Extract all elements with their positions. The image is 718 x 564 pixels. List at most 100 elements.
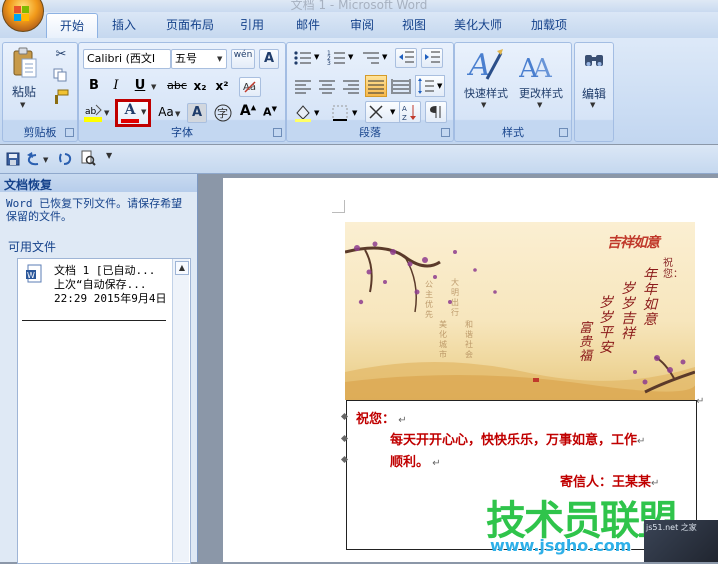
shrink-font-button[interactable]: A▼ xyxy=(261,105,279,119)
shading-button[interactable]: ▼ xyxy=(293,103,323,123)
customize-toolbar-icon[interactable]: ▼ xyxy=(106,151,112,160)
change-styles-icon[interactable]: AA xyxy=(518,47,559,84)
italic-button[interactable]: I xyxy=(107,78,125,93)
margin-corner-mark xyxy=(332,200,345,213)
svg-text:A: A xyxy=(532,54,553,83)
styles-group: A 快速样式 ▼ AA 更改样式 ▼ 样式 xyxy=(454,42,572,142)
enclose-characters-button[interactable]: 字 xyxy=(213,103,233,123)
quick-styles-dropdown-icon[interactable]: ▼ xyxy=(481,101,486,109)
save-icon[interactable] xyxy=(6,152,20,166)
underline-dropdown-icon[interactable]: ▼ xyxy=(151,83,156,91)
list-separator xyxy=(22,320,166,321)
font-name-box[interactable]: Calibri (西文I xyxy=(83,49,171,69)
highlight-button[interactable]: ab ▼ xyxy=(83,103,111,123)
font-color-dropdown-icon[interactable]: ▼ xyxy=(141,108,146,116)
title-bar: 文档 1 - Microsoft Word xyxy=(0,0,718,12)
tab-home[interactable]: 开始 xyxy=(46,13,98,39)
binoculars-icon[interactable] xyxy=(583,49,605,71)
change-case-button[interactable]: Aa xyxy=(155,105,177,119)
justify-button[interactable] xyxy=(365,75,387,97)
watermark-corner: js51.net 之家 xyxy=(644,520,718,562)
card-faint-text-4: 和谐社会 xyxy=(465,320,473,359)
clipboard-launcher-icon[interactable] xyxy=(65,128,74,137)
available-files-label: 可用文件 xyxy=(8,240,57,254)
list-scrollbar[interactable]: ▲ xyxy=(172,259,189,562)
underline-button[interactable]: U xyxy=(131,78,149,93)
tab-review[interactable]: 审阅 xyxy=(340,13,384,37)
change-case-dropdown-icon[interactable]: ▼ xyxy=(175,110,180,118)
sort-button[interactable]: AZ xyxy=(399,101,421,123)
strikethrough-button[interactable]: abc xyxy=(165,79,189,92)
greeting-card-image[interactable]: 吉祥如意 祝您： 年年如意 岁岁吉祥 岁岁平安 富贵福 公主优先 美化城市 大明… xyxy=(345,222,695,400)
asian-layout-button[interactable]: ▼ xyxy=(365,101,401,123)
tab-beautify[interactable]: 美化大师 xyxy=(446,13,510,37)
undo-icon[interactable]: ▼ xyxy=(26,152,52,166)
format-painter-icon[interactable] xyxy=(53,89,69,105)
editing-dropdown-icon[interactable]: ▼ xyxy=(590,101,595,109)
copy-icon[interactable] xyxy=(53,68,69,82)
styles-launcher-icon[interactable] xyxy=(559,128,568,137)
paragraph-group: ▼ 1 2 3 ▼ ▼ ▼ ▼ ▼ ▼ AZ 段落 xyxy=(286,42,454,142)
scroll-up-icon[interactable]: ▲ xyxy=(175,261,189,275)
tab-mailings[interactable]: 邮件 xyxy=(286,13,330,37)
tab-insert[interactable]: 插入 xyxy=(102,13,146,37)
paste-icon[interactable] xyxy=(12,47,38,78)
decrease-indent-button[interactable] xyxy=(395,48,417,68)
card-faint-text-1: 公主优先 xyxy=(425,280,433,319)
increase-indent-button[interactable] xyxy=(421,48,443,68)
multilevel-list-button[interactable]: ▼ xyxy=(361,49,389,67)
subscript-button[interactable]: x₂ xyxy=(191,79,209,93)
font-color-button[interactable]: A ▼ xyxy=(115,99,151,127)
font-size-dropdown-icon[interactable]: ▼ xyxy=(217,55,222,63)
clear-formatting-button[interactable]: Aa xyxy=(239,77,261,97)
paragraph-launcher-icon[interactable] xyxy=(441,128,450,137)
card-line-2: 岁岁吉祥 xyxy=(621,281,635,342)
letter-body-line-2-text: 顺利。 xyxy=(390,455,430,470)
quick-styles-icon[interactable]: A xyxy=(466,47,507,83)
line-spacing-button[interactable]: ▼ xyxy=(415,75,445,97)
svg-text:▼: ▼ xyxy=(104,109,110,117)
character-shading-button[interactable]: A xyxy=(187,103,207,123)
bullets-button[interactable]: ▼ xyxy=(293,49,321,67)
tab-page-layout[interactable]: 页面布局 xyxy=(158,13,222,37)
phonetic-guide-button[interactable]: wén xyxy=(231,49,255,69)
svg-text:▼: ▼ xyxy=(382,53,388,61)
print-preview-icon[interactable] xyxy=(80,150,96,166)
paste-button[interactable]: 粘贴 xyxy=(7,83,41,100)
grow-font-button[interactable]: A▲ xyxy=(239,103,257,119)
paste-dropdown-icon[interactable]: ▼ xyxy=(20,101,25,109)
tab-references[interactable]: 引用 xyxy=(230,13,274,37)
numbering-button[interactable]: 1 2 3 ▼ xyxy=(327,49,355,67)
change-styles-button[interactable]: 更改样式 xyxy=(513,85,569,101)
letter-greeting-text: 祝您： xyxy=(356,412,396,427)
redo-icon[interactable] xyxy=(58,152,72,166)
show-marks-button[interactable] xyxy=(425,101,447,123)
align-right-button[interactable] xyxy=(341,77,361,95)
paragraph-group-label: 段落 xyxy=(359,126,381,139)
recovery-message: Word 已恢复下列文件。请保存希望保留的文件。 xyxy=(6,197,183,223)
letter-greeting: 祝您： ↵ xyxy=(356,412,407,427)
recovery-pane-header: 文档恢复 xyxy=(0,174,197,192)
editing-button[interactable]: 编辑 xyxy=(577,85,611,102)
tab-addins[interactable]: 加载项 xyxy=(522,13,576,37)
svg-text:字: 字 xyxy=(217,106,228,120)
tab-view[interactable]: 视图 xyxy=(392,13,436,37)
font-launcher-icon[interactable] xyxy=(273,128,282,137)
svg-text:▼: ▼ xyxy=(314,53,320,61)
card-line-1: 年年如意 xyxy=(643,267,657,328)
font-color-swatch xyxy=(121,119,139,123)
borders-button[interactable]: ▼ xyxy=(331,103,361,123)
change-styles-dropdown-icon[interactable]: ▼ xyxy=(537,101,542,109)
align-left-button[interactable] xyxy=(293,77,313,95)
card-line-3: 岁岁平安 xyxy=(599,295,613,356)
letter-body-line-2: 顺利。 ↵ xyxy=(390,455,441,470)
cut-icon[interactable]: ✂ xyxy=(53,47,69,62)
recovered-file-item[interactable]: W 文档 1 [已自动... 上次“自动保存... 22:29 2015年9月4… xyxy=(26,262,170,312)
quick-styles-button[interactable]: 快速样式 xyxy=(457,85,515,101)
bold-button[interactable]: B xyxy=(85,78,103,93)
character-border-button[interactable]: A xyxy=(259,49,279,69)
superscript-button[interactable]: x² xyxy=(213,79,231,93)
distributed-button[interactable] xyxy=(391,77,411,95)
align-center-button[interactable] xyxy=(317,77,337,95)
svg-text:3: 3 xyxy=(327,60,331,67)
